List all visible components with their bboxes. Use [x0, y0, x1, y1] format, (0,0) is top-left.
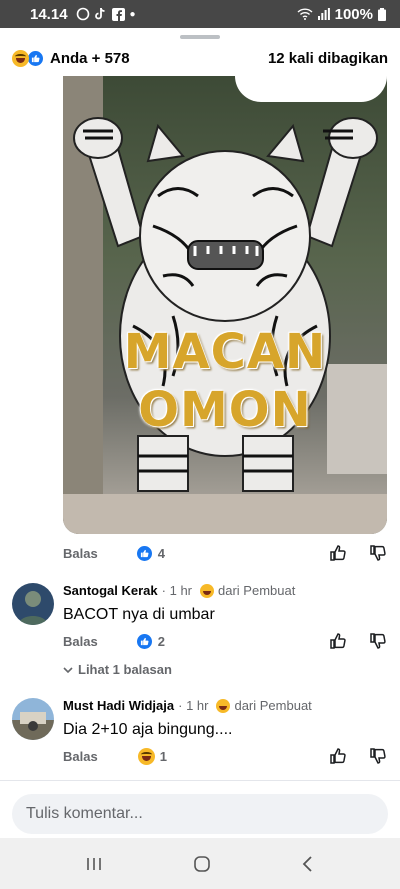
- comments-sheet: Anda + 578 12 kali dibagikan MACAN OMON …: [0, 28, 400, 838]
- like-reaction-icon: [135, 632, 153, 650]
- reactions-header: Anda + 578 12 kali dibagikan: [0, 43, 400, 73]
- haha-badge-icon: [200, 583, 214, 598]
- meme-caption-line2: OMON: [138, 382, 312, 438]
- dot-indicator: ●: [129, 8, 136, 20]
- like-reaction-icon: [135, 544, 153, 562]
- tiktok-icon: [94, 7, 105, 20]
- clock: 14.14: [30, 5, 68, 23]
- reply-button[interactable]: Balas: [63, 546, 98, 561]
- comment-text: BACOT nya di umbar: [63, 606, 215, 623]
- battery-percent: 100%: [334, 5, 373, 23]
- comment-item: Santogal Kerak · 1 hr dari Pembuat BACOT…: [12, 583, 388, 625]
- comment-origin: dari Pembuat: [234, 698, 312, 713]
- reply-button[interactable]: Balas: [63, 634, 98, 649]
- reaction-summary[interactable]: [12, 49, 44, 67]
- comment-author[interactable]: Must Hadi Widjaja: [63, 698, 174, 713]
- like-reaction-icon: [27, 49, 44, 67]
- reaction-count: 4: [157, 545, 165, 561]
- avatar[interactable]: [12, 698, 54, 740]
- comment-input-placeholder: Tulis komentar...: [26, 805, 143, 822]
- dislike-outline-icon[interactable]: [369, 544, 387, 562]
- tiger-statue-illustration: [73, 117, 378, 492]
- post-image[interactable]: MACAN OMON: [63, 76, 387, 534]
- status-bar: 14.14 ● 100%: [0, 0, 400, 28]
- haha-badge-icon: [216, 698, 231, 713]
- dislike-outline-icon[interactable]: [369, 632, 387, 650]
- comment-action-row: Balas 2: [63, 629, 387, 653]
- comment-time: · 1 hr: [178, 698, 209, 713]
- post-reaction-summary[interactable]: 4: [135, 544, 165, 562]
- comment-item: Must Hadi Widjaja · 1 hr dari Pembuat Di…: [12, 698, 388, 740]
- comment-reaction-summary[interactable]: 1: [137, 747, 167, 765]
- battery-icon: [378, 7, 386, 21]
- post-action-row: Balas 4: [63, 541, 387, 565]
- like-outline-icon[interactable]: [329, 544, 347, 562]
- back-icon[interactable]: [301, 855, 315, 873]
- notification-icons: ●: [76, 7, 136, 21]
- reactors-count[interactable]: Anda + 578: [50, 50, 130, 67]
- facebook-icon: [111, 7, 125, 21]
- meme-caption-line1: MACAN: [123, 324, 327, 380]
- wifi-icon: [297, 8, 313, 20]
- comment-time: · 1 hr: [161, 583, 192, 598]
- like-outline-icon[interactable]: [329, 747, 347, 765]
- like-outline-icon[interactable]: [329, 632, 347, 650]
- share-count[interactable]: 12 kali dibagikan: [268, 50, 388, 67]
- whatsapp-icon: [76, 7, 89, 21]
- reaction-count: 2: [157, 633, 165, 649]
- haha-reaction-icon: [12, 49, 29, 67]
- avatar[interactable]: [12, 583, 54, 625]
- comment-action-row: Balas 1: [63, 744, 387, 768]
- reply-button[interactable]: Balas: [63, 749, 98, 764]
- haha-reaction-icon: [137, 747, 155, 765]
- comment-author[interactable]: Santogal Kerak: [63, 583, 158, 598]
- comment-composer: Tulis komentar...: [0, 780, 400, 838]
- dislike-outline-icon[interactable]: [369, 747, 387, 765]
- comment-origin: dari Pembuat: [218, 583, 296, 598]
- comment-reaction-summary[interactable]: 2: [135, 632, 165, 650]
- reaction-count: 1: [159, 748, 167, 764]
- chevron-down-icon: [63, 666, 73, 673]
- system-navigation-bar: [0, 838, 400, 889]
- view-replies-link[interactable]: Lihat 1 balasan: [63, 662, 172, 677]
- recent-apps-icon[interactable]: [85, 856, 103, 872]
- comment-input[interactable]: Tulis komentar...: [12, 794, 388, 834]
- sheet-drag-handle[interactable]: [180, 35, 220, 39]
- signal-icon: [317, 8, 330, 20]
- system-icons: 100%: [297, 6, 386, 23]
- home-icon[interactable]: [193, 855, 211, 873]
- comment-text: Dia 2+10 aja bingung....: [63, 721, 233, 738]
